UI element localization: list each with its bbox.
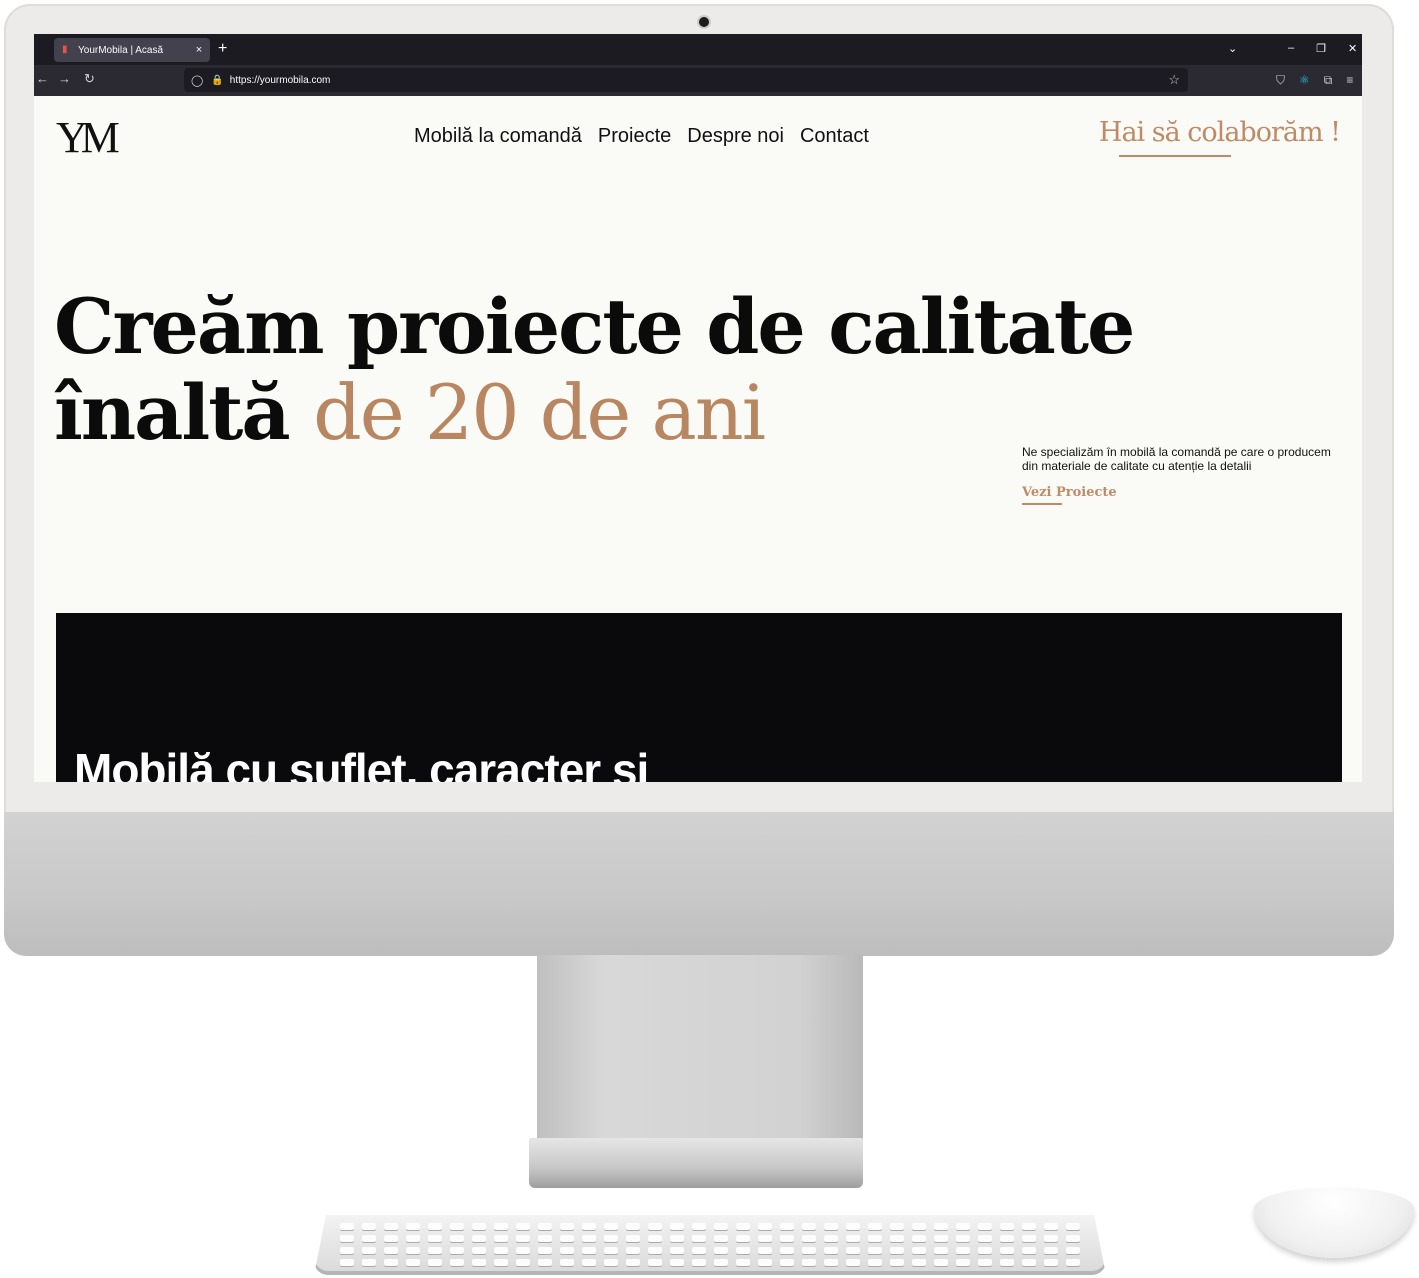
keyboard xyxy=(314,1215,1106,1275)
new-tab-icon[interactable]: + xyxy=(218,41,227,57)
address-bar[interactable]: ◯ 🔒 https://yourmobila.com ☆ xyxy=(184,68,1188,92)
cta-underline xyxy=(1119,155,1231,157)
url-text[interactable]: https://yourmobila.com xyxy=(230,75,331,86)
nav-link-contact[interactable]: Contact xyxy=(800,125,869,148)
nav-link-proiecte[interactable]: Proiecte xyxy=(598,125,671,148)
view-projects-underline xyxy=(1022,503,1062,505)
collaborate-cta-link[interactable]: Hai să colaborăm ! xyxy=(1099,116,1341,150)
nav-link-mobila-la-comanda[interactable]: Mobilă la comandă xyxy=(414,125,582,148)
monitor-stand xyxy=(537,955,863,1145)
extensions-icon[interactable]: ⧉ xyxy=(1324,73,1333,87)
mouse xyxy=(1254,1188,1414,1258)
bookmark-star-icon[interactable]: ☆ xyxy=(1168,73,1180,86)
minimize-icon[interactable]: – xyxy=(1288,42,1294,55)
react-devtools-icon[interactable]: ⚛ xyxy=(1299,73,1310,87)
browser-toolbar-icons: ⛉ ⚛ ⧉ ≡ xyxy=(1276,73,1353,87)
back-icon[interactable]: ← xyxy=(36,72,49,86)
main-navigation: Mobilă la comandă Proiecte Despre noi Co… xyxy=(414,125,869,148)
browser-nav-bar: ← → ↻ ◯ 🔒 https://yourmobila.com ☆ ⛉ ⚛ ⧉… xyxy=(34,65,1362,96)
camera-icon xyxy=(699,17,709,27)
web-page: YM Mobilă la comandă Proiecte Despre noi… xyxy=(34,96,1362,782)
chair-favicon-icon: ▮ xyxy=(62,44,68,55)
keyboard-row xyxy=(340,1259,1080,1267)
tab-title: YourMobila | Acasă xyxy=(78,44,164,56)
hero-title-accent: de 20 de ani xyxy=(313,368,766,457)
browser-tab[interactable]: ▮ YourMobila | Acasă × xyxy=(54,38,210,62)
monitor-chin xyxy=(4,812,1394,956)
shield-icon[interactable]: ◯ xyxy=(191,74,203,87)
reload-icon[interactable]: ↻ xyxy=(84,72,95,86)
chevron-down-icon[interactable]: ⌄ xyxy=(1228,42,1237,55)
site-logo[interactable]: YM xyxy=(56,114,120,162)
window-controls: – ❐ ✕ xyxy=(1288,42,1357,55)
monitor-stand-foot xyxy=(529,1138,863,1188)
view-projects-link[interactable]: Vezi Proiecte xyxy=(1022,485,1117,500)
keyboard-row xyxy=(340,1247,1080,1255)
restore-icon[interactable]: ❐ xyxy=(1316,42,1326,55)
pocket-icon[interactable]: ⛉ xyxy=(1276,73,1285,87)
keyboard-row xyxy=(340,1223,1080,1231)
menu-icon[interactable]: ≡ xyxy=(1346,73,1353,87)
feature-heading: Mobilă cu suflet, caracter și xyxy=(74,744,649,782)
keyboard-row xyxy=(340,1235,1080,1243)
close-tab-icon[interactable]: × xyxy=(192,44,206,56)
hero-title-line-1: Creăm proiecte de calitate xyxy=(54,282,1135,371)
screen: ▮ YourMobila | Acasă × + ⌄ – ❐ ✕ ← → ↻ ◯… xyxy=(34,34,1362,782)
hero-description: Ne specializăm în mobilă la comandă pe c… xyxy=(1022,445,1331,473)
nav-link-despre-noi[interactable]: Despre noi xyxy=(687,125,784,148)
lock-icon[interactable]: 🔒 xyxy=(211,75,223,86)
dark-feature-section: Mobilă cu suflet, caracter și xyxy=(56,613,1342,782)
browser-tab-bar: ▮ YourMobila | Acasă × + ⌄ – ❐ ✕ xyxy=(34,34,1362,65)
hero-title-line-2: înaltă xyxy=(54,368,291,457)
forward-icon[interactable]: → xyxy=(58,72,71,86)
hero-title: Creăm proiecte de calitate înaltă de 20 … xyxy=(54,282,1135,457)
close-window-icon[interactable]: ✕ xyxy=(1348,42,1357,55)
